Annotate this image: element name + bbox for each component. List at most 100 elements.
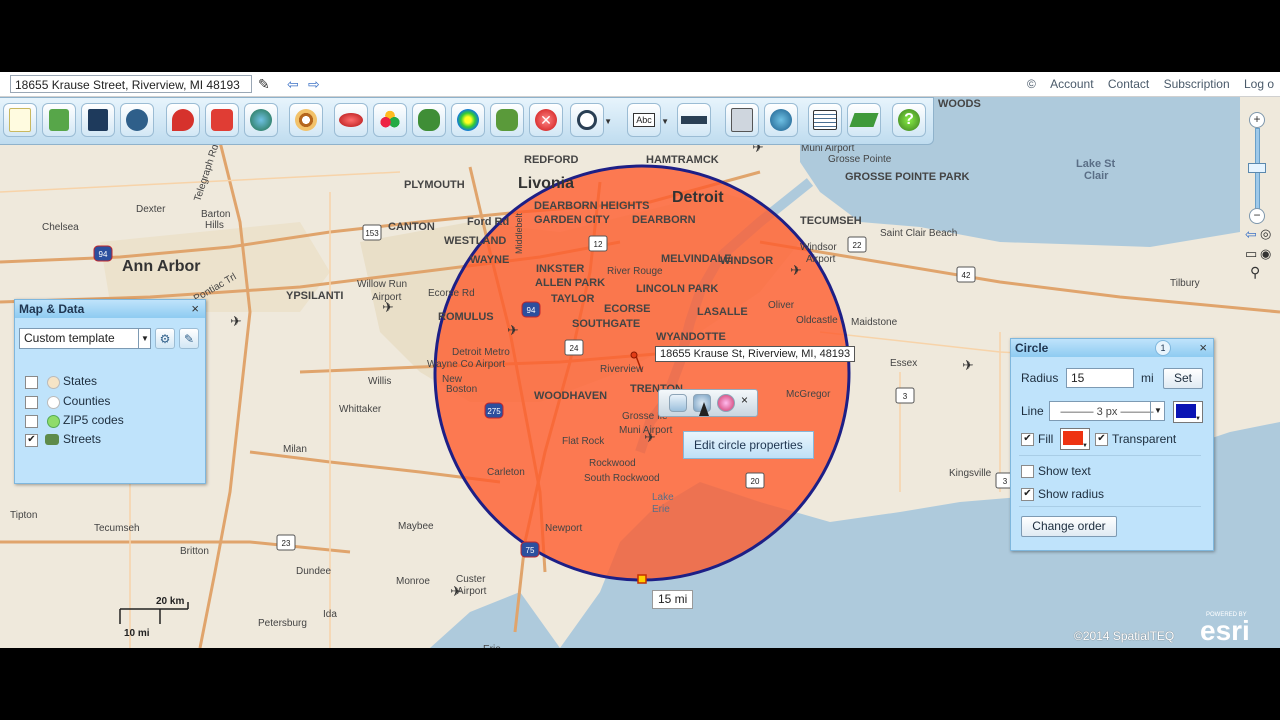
circle-delete-icon[interactable] — [717, 394, 735, 412]
close-icon[interactable]: × — [191, 300, 199, 318]
delete-button[interactable]: ✕ — [529, 103, 563, 137]
radius-label-on-map: 15 mi — [652, 590, 694, 609]
close-icon[interactable]: × — [741, 393, 748, 407]
map-label: Riverview — [600, 364, 644, 375]
layer-counties-checkbox[interactable] — [25, 396, 38, 409]
template-settings-button[interactable]: ⚙ — [155, 328, 175, 349]
help-button[interactable]: ? — [892, 103, 926, 137]
search-icon[interactable]: ⚲ — [1250, 264, 1260, 281]
add-territory-button[interactable] — [205, 103, 239, 137]
hotspot-button[interactable] — [451, 103, 485, 137]
zoom-out-icon[interactable]: − — [1249, 208, 1265, 224]
link-account[interactable]: Account — [1050, 77, 1093, 91]
show-radius-checkbox[interactable]: ✔ — [1021, 488, 1034, 501]
save-button[interactable] — [81, 103, 115, 137]
clusters-button[interactable] — [373, 103, 407, 137]
map-label: Petersburg — [258, 618, 307, 629]
export-button[interactable] — [847, 103, 881, 137]
team-icon — [126, 109, 148, 131]
heat-map-button[interactable] — [334, 103, 368, 137]
esri-logo: esri — [1200, 615, 1250, 646]
layer-states-checkbox[interactable] — [25, 376, 38, 389]
highway-shield-icon: 12 — [588, 235, 608, 252]
back-arrow-icon[interactable]: ⇦ — [287, 76, 299, 92]
spreadsheet-icon — [813, 110, 837, 130]
show-text-checkbox[interactable] — [1021, 465, 1034, 478]
spreadsheet-button[interactable] — [808, 103, 842, 137]
gear-icon: ⚙ — [159, 331, 171, 346]
template-edit-button[interactable]: ✎ — [179, 328, 199, 349]
set-radius-button[interactable]: Set — [1163, 368, 1203, 389]
map-label: Airport — [806, 254, 836, 265]
zoom-in-icon[interactable]: + — [1249, 112, 1265, 128]
export-icon — [849, 113, 879, 127]
help-badge-icon[interactable]: 1 — [1155, 340, 1171, 356]
map-label: ALLEN PARK — [535, 277, 605, 289]
map-label: South Rockwood — [584, 473, 660, 484]
svg-text:22: 22 — [853, 241, 862, 250]
zoom-extent-icon[interactable]: ◎ — [1260, 226, 1271, 242]
ruler-button[interactable] — [677, 103, 711, 137]
address-callout[interactable]: 18655 Krause St, Riverview, MI, 48193 — [655, 346, 856, 362]
directions-icon[interactable]: ✎ — [258, 76, 270, 92]
highway-shield-icon: 153 — [362, 224, 382, 241]
new-map-button[interactable] — [3, 103, 37, 137]
layer-streets-checkbox[interactable]: ✔ — [25, 434, 38, 447]
map-label: Tilbury — [1170, 278, 1200, 289]
zip-codes-icon — [47, 415, 60, 428]
radius-button[interactable] — [289, 103, 323, 137]
map-label: Tipton — [10, 510, 37, 521]
radius-input[interactable]: 15 — [1066, 368, 1134, 388]
map-label: Wayne Co Airport — [427, 359, 505, 370]
template-select[interactable]: Custom template — [19, 328, 151, 349]
chevron-down-icon[interactable]: ▼ — [1150, 402, 1165, 420]
add-location-button[interactable] — [166, 103, 200, 137]
address-search-input[interactable]: 18655 Krause Street, Riverview, MI 48193 — [10, 75, 252, 93]
layers-button[interactable] — [412, 103, 446, 137]
map-label: ROMULUS — [438, 311, 494, 323]
route-button[interactable] — [490, 103, 524, 137]
text-label-icon: Abc — [633, 113, 655, 127]
line-width-select[interactable]: ——— 3 px ——— — [1049, 401, 1165, 421]
layer-zip-checkbox[interactable] — [25, 415, 38, 428]
text-label-button[interactable]: Abc ▼ — [627, 103, 669, 137]
import-button[interactable] — [725, 103, 759, 137]
layer-states-label: States — [63, 374, 98, 388]
link-contact[interactable]: Contact — [1108, 77, 1149, 91]
chevron-down-icon[interactable]: ▼ — [138, 329, 151, 348]
circle-info-icon[interactable] — [669, 394, 687, 412]
map-label: LINCOLN PARK — [636, 283, 718, 295]
web-map-icon — [770, 109, 792, 131]
line-width-text: 3 px — [1096, 406, 1118, 418]
rectangle-zoom-icon[interactable]: ▭ — [1245, 246, 1257, 262]
web-map-button[interactable] — [764, 103, 798, 137]
layer-counties-label: Counties — [63, 394, 111, 408]
fill-checkbox[interactable]: ✔ — [1021, 433, 1034, 446]
change-order-button[interactable]: Change order — [1021, 516, 1117, 537]
mouse-cursor-icon — [699, 402, 709, 416]
svg-text:23: 23 — [282, 539, 291, 548]
highway-shield-icon: 275 — [484, 402, 504, 419]
add-territory-icon — [211, 109, 233, 131]
streets-icon — [45, 434, 59, 445]
globe-button[interactable] — [244, 103, 278, 137]
forward-arrow-icon[interactable]: ⇨ — [308, 76, 320, 92]
transparent-checkbox[interactable]: ✔ — [1095, 433, 1108, 446]
team-button[interactable] — [120, 103, 154, 137]
magnify-icon[interactable]: ◉ — [1260, 246, 1271, 262]
map-label: WESTLAND — [444, 235, 506, 247]
pan-left-icon[interactable]: ⇦ — [1245, 226, 1257, 243]
line-color-picker[interactable]: ▼ — [1173, 401, 1203, 423]
fill-color-picker[interactable]: ▼ — [1060, 428, 1090, 450]
map-label: Oliver — [768, 300, 795, 311]
show-text-label: Show text — [1038, 464, 1091, 478]
link-subscription[interactable]: Subscription — [1164, 77, 1230, 91]
open-button[interactable] — [42, 103, 76, 137]
search-zoom-button[interactable]: ▼ — [570, 103, 612, 137]
map-label: Ecorse Rd — [428, 288, 475, 299]
map-label: REDFORD — [524, 154, 578, 166]
close-icon[interactable]: × — [1199, 339, 1207, 357]
link-logout[interactable]: Log o — [1244, 77, 1274, 91]
zoom-slider-handle[interactable] — [1248, 163, 1266, 173]
wrench-icon: ✎ — [183, 331, 195, 346]
